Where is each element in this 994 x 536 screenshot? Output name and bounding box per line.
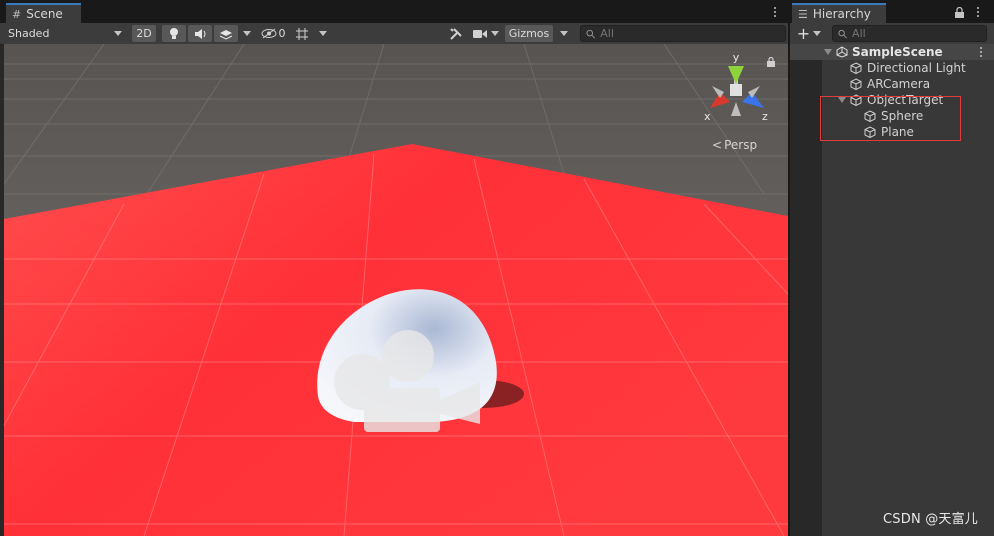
chevron-down-icon: [319, 31, 327, 36]
scene-toolbar: Shaded 2D 0 Gizmos All: [0, 23, 788, 45]
axis-y-label: y: [733, 51, 740, 64]
axis-x-label: x: [704, 110, 711, 123]
expand-arrow-icon[interactable]: [824, 49, 832, 55]
hierarchy-toolbar: +: [790, 23, 994, 45]
chevron-down-icon: [560, 31, 568, 36]
layers-effects-icon: [219, 29, 233, 40]
axis-z-label: z: [762, 110, 768, 123]
lock-icon[interactable]: [767, 57, 775, 67]
hidden-objects-toggle[interactable]: 0: [258, 25, 288, 42]
camera-settings-dropdown[interactable]: [470, 25, 502, 42]
highlight-annotation-box: [820, 96, 961, 141]
toggle-2d-label: 2D: [136, 27, 152, 40]
projection-label: Persp: [724, 138, 758, 152]
hierarchy-search-field[interactable]: [832, 25, 987, 42]
hierarchy-item-directional-light[interactable]: Directional Light: [790, 60, 994, 76]
gameobject-cube-icon: [850, 62, 862, 74]
scene-render: [4, 44, 788, 536]
plus-icon: +: [796, 24, 811, 43]
scene-root-menu-icon[interactable]: [976, 44, 986, 60]
hierarchy-tabbar: ☰ Hierarchy: [790, 0, 994, 24]
audio-toggle[interactable]: [188, 25, 212, 42]
grid-snap-icon: [296, 27, 308, 40]
add-object-button[interactable]: +: [794, 24, 824, 43]
grid-toggle[interactable]: [292, 25, 312, 42]
scene-tab-label: Scene: [26, 7, 63, 21]
scene-panel: # Scene Shaded 2D 0 Gizmos All y x z < P…: [0, 0, 788, 536]
hierarchy-item-label: Directional Light: [867, 61, 966, 75]
center-cube[interactable]: [730, 84, 742, 96]
y-axis-cone[interactable]: [728, 66, 744, 84]
tab-scene[interactable]: # Scene: [6, 3, 81, 23]
speaker-icon: [194, 28, 205, 39]
scene-root-label: SampleScene: [852, 45, 943, 59]
hierarchy-menu-icon[interactable]: [973, 4, 983, 20]
hierarchy-tab-label: Hierarchy: [812, 7, 871, 21]
gizmos-button[interactable]: Gizmos: [505, 25, 553, 42]
grid-dropdown[interactable]: [314, 25, 332, 42]
lock-icon[interactable]: [955, 7, 964, 18]
scene-search-field[interactable]: [580, 25, 786, 42]
search-icon: [838, 29, 847, 38]
less-than-icon: <: [712, 138, 723, 152]
wrench-icon: [450, 27, 462, 40]
list-icon: ☰: [798, 7, 808, 21]
scene-search-input[interactable]: [600, 27, 785, 40]
gizmos-label: Gizmos: [508, 27, 550, 40]
hierarchy-search-input[interactable]: [852, 27, 986, 40]
scene-menu-icon[interactable]: [770, 4, 780, 20]
video-camera-icon: [473, 29, 487, 38]
scene-viewport[interactable]: [4, 44, 788, 536]
scene-tabbar: # Scene: [0, 0, 788, 24]
shading-mode-dropdown[interactable]: Shaded: [4, 25, 126, 42]
gameobject-cube-icon: [850, 78, 862, 90]
orientation-gizmo[interactable]: y x z: [698, 50, 774, 130]
hierarchy-panel: ☰ Hierarchy + SampleScene: [790, 0, 994, 536]
projection-toggle[interactable]: < Persp: [712, 138, 757, 152]
shading-mode-label: Shaded: [8, 27, 50, 40]
scene-root-row[interactable]: SampleScene: [790, 44, 994, 60]
hierarchy-item-arcamera[interactable]: ARCamera: [790, 76, 994, 92]
hidden-count: 0: [278, 27, 286, 40]
eye-slash-icon: [261, 28, 276, 39]
hierarchy-item-label: ARCamera: [867, 77, 931, 91]
chevron-down-icon: [491, 31, 499, 36]
lightbulb-icon: [170, 28, 178, 39]
effects-dropdown[interactable]: [238, 25, 256, 42]
toggle-2d-button[interactable]: 2D: [132, 25, 156, 42]
chevron-down-icon: [243, 31, 251, 36]
hierarchy-tree: SampleScene Directional Light ARCamera O…: [790, 44, 994, 536]
tools-button[interactable]: [446, 25, 466, 42]
chevron-down-icon: [813, 31, 822, 36]
watermark-text: CSDN @天富儿: [883, 512, 978, 527]
lighting-toggle[interactable]: [162, 25, 186, 42]
unity-scene-icon: [836, 46, 848, 58]
effects-toggle[interactable]: [214, 25, 238, 42]
chevron-down-icon: [114, 31, 122, 36]
search-icon: [586, 29, 596, 39]
tab-hierarchy[interactable]: ☰ Hierarchy: [792, 3, 886, 23]
grid-icon: #: [12, 7, 22, 21]
gizmos-dropdown[interactable]: [555, 25, 573, 42]
